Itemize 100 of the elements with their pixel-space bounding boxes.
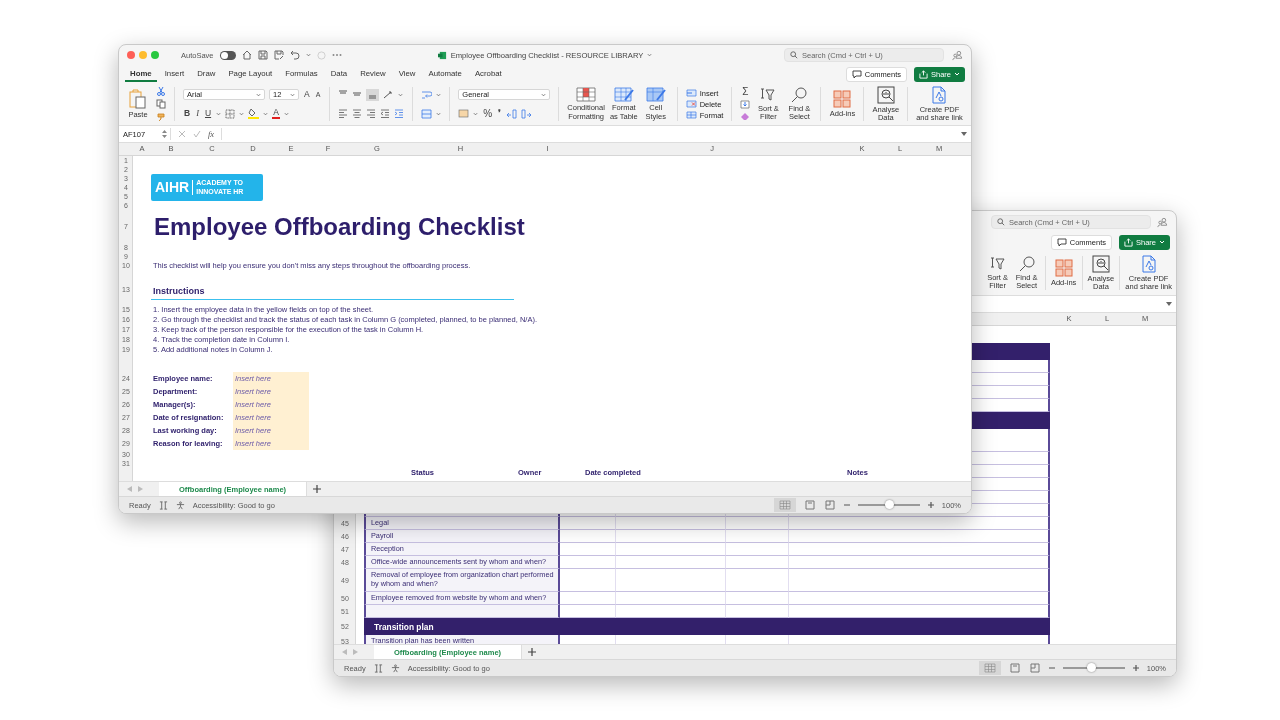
plus-icon[interactable] [927, 502, 934, 508]
plus-icon[interactable] [313, 485, 322, 493]
caret-icon [541, 92, 547, 97]
increase-decimal-icon[interactable] [506, 108, 518, 119]
people-icon[interactable] [1157, 216, 1168, 228]
caret-icon [256, 92, 261, 97]
previous-sheet-icon[interactable] [127, 486, 132, 492]
clipboard-icon [129, 88, 147, 109]
logo-wordmark: AIHR [155, 179, 194, 196]
search-icon [997, 218, 1005, 226]
caret-icon[interactable] [473, 111, 479, 116]
expand-icon[interactable] [961, 132, 967, 136]
percent-button[interactable]: % [482, 108, 494, 119]
expand-icon[interactable] [1166, 302, 1172, 306]
accessibility-icon[interactable] [175, 500, 185, 510]
align-center-icon[interactable] [352, 109, 363, 118]
caret-icon[interactable] [398, 92, 404, 97]
pdf-link-icon [930, 85, 949, 104]
maximize-button[interactable] [151, 51, 159, 59]
decrease-indent-icon[interactable] [380, 109, 391, 118]
cell-mode-icon[interactable] [158, 500, 168, 510]
funnel-icon [759, 86, 778, 103]
delete-row-icon [685, 100, 697, 108]
eraser-icon[interactable] [740, 112, 751, 121]
home-icon[interactable] [241, 50, 252, 60]
caret-icon[interactable] [263, 111, 269, 116]
scissors-icon[interactable] [156, 86, 166, 96]
cancel-icon[interactable] [178, 130, 186, 138]
align-left-icon[interactable] [338, 109, 349, 118]
decrease-decimal-icon[interactable] [521, 108, 533, 119]
caret-icon[interactable] [216, 111, 222, 116]
increase-indent-icon[interactable] [394, 109, 405, 118]
italic-button[interactable]: I [195, 109, 200, 118]
caret-icon[interactable] [436, 92, 442, 97]
page-layout-icon[interactable] [1008, 663, 1021, 673]
table-cell [726, 530, 789, 543]
minus-icon[interactable] [1048, 665, 1055, 671]
caret-icon[interactable] [239, 111, 245, 116]
align-bottom-icon[interactable] [366, 88, 380, 101]
normal-view-icon[interactable] [978, 661, 1001, 675]
table-cell [560, 543, 616, 556]
autosave-toggle[interactable] [219, 50, 236, 60]
accessibility-icon[interactable] [390, 663, 400, 673]
comment-icon [851, 69, 862, 79]
previous-sheet-icon[interactable] [342, 649, 347, 655]
next-sheet-icon[interactable] [353, 649, 358, 655]
save-as-icon[interactable] [273, 50, 284, 60]
grid-icon [1054, 258, 1073, 277]
bold-button[interactable]: B [183, 109, 192, 118]
plus-icon[interactable] [528, 648, 537, 656]
brush-icon[interactable] [156, 112, 166, 122]
save-icon[interactable] [257, 50, 268, 60]
people-icon[interactable] [952, 49, 963, 61]
analyse-icon [876, 85, 895, 104]
spreadsheet-file-icon [437, 50, 447, 60]
page-break-icon[interactable] [823, 500, 836, 510]
search-icon [790, 51, 798, 59]
fill-down-icon[interactable] [740, 100, 751, 109]
autosum-button[interactable]: Σ [741, 87, 750, 97]
plus-icon[interactable] [1132, 665, 1139, 671]
caret-icon[interactable] [647, 53, 653, 57]
grow-font-button[interactable]: A [303, 90, 311, 99]
borders-icon[interactable] [225, 108, 236, 119]
table-cell [726, 517, 789, 530]
close-button[interactable] [127, 51, 135, 59]
table-cell [560, 605, 616, 618]
check-icon[interactable] [193, 130, 201, 138]
more-icon[interactable] [331, 53, 342, 57]
analyse-icon [1091, 254, 1110, 273]
table-cell [560, 556, 616, 569]
wrap-text-icon[interactable] [421, 89, 433, 100]
align-right-icon[interactable] [366, 109, 377, 118]
pdf-link-icon [1139, 254, 1158, 273]
caret-icon[interactable] [436, 111, 442, 116]
page-break-icon[interactable] [1028, 663, 1041, 673]
align-middle-icon[interactable] [352, 90, 363, 99]
caret-icon [290, 92, 295, 97]
copy-icon[interactable] [156, 99, 166, 109]
underline-button[interactable]: U [204, 109, 213, 118]
minimize-button[interactable] [139, 51, 147, 59]
caret-icon [954, 72, 960, 76]
currency-icon[interactable] [458, 109, 470, 118]
slider-thumb[interactable] [884, 500, 894, 509]
page-layout-icon[interactable] [803, 500, 816, 510]
caret-icon[interactable] [283, 111, 289, 116]
cell-mode-icon[interactable] [373, 663, 383, 673]
merge-cells-icon[interactable] [421, 108, 433, 119]
next-sheet-icon[interactable] [138, 486, 143, 492]
normal-view-icon[interactable] [773, 498, 796, 512]
font-color-button[interactable]: A [272, 108, 280, 119]
comma-style-button[interactable]: ❜ [497, 109, 503, 118]
insert-function-button[interactable]: fx [208, 129, 215, 139]
undo-icon[interactable] [289, 50, 300, 60]
table-icon [576, 87, 597, 103]
section-heading: Instructions [151, 285, 514, 300]
minus-icon[interactable] [843, 502, 850, 508]
caret-icon[interactable] [305, 53, 311, 57]
slider-thumb[interactable] [1086, 663, 1096, 672]
fill-color-icon[interactable] [248, 108, 260, 119]
funnel-icon [988, 255, 1007, 272]
